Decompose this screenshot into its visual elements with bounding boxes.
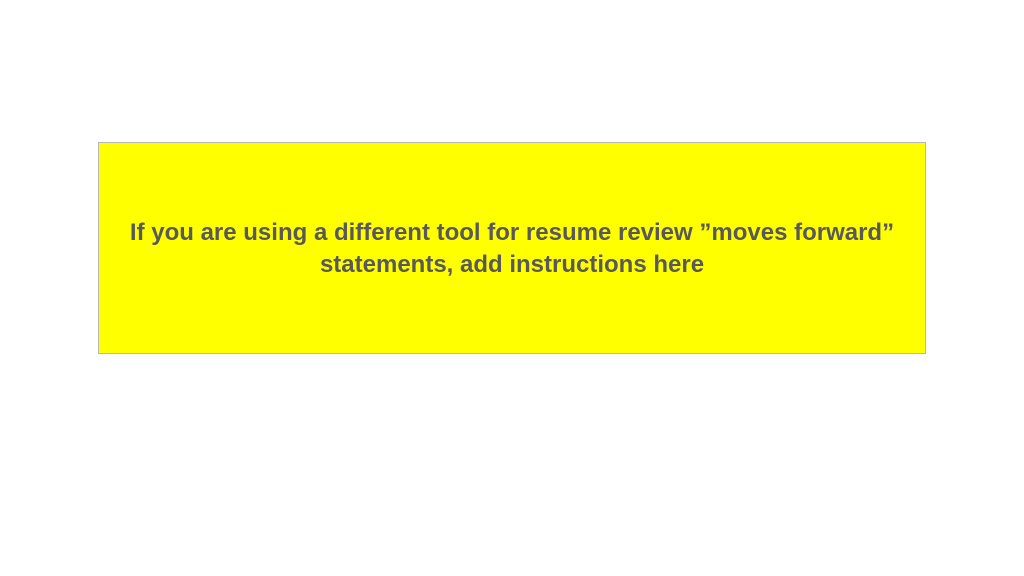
instruction-text: If you are using a different tool for re… bbox=[122, 217, 902, 282]
instruction-callout: If you are using a different tool for re… bbox=[98, 142, 926, 354]
